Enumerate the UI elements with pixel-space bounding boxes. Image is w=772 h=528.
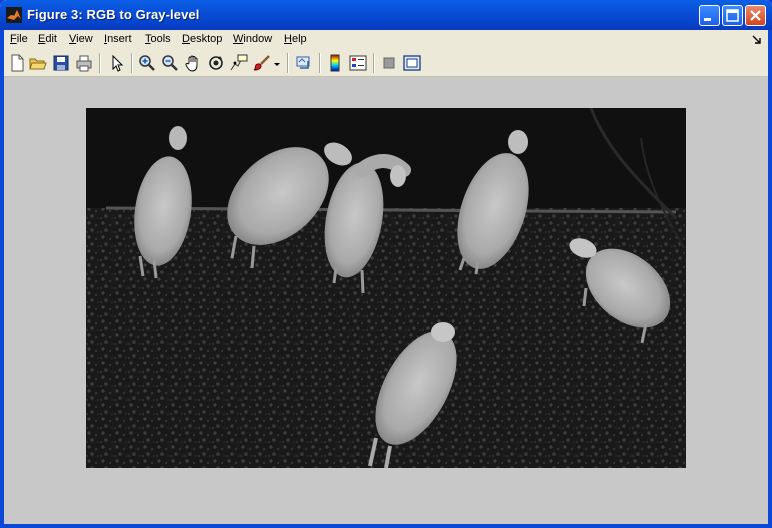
pointer-icon[interactable]: [108, 54, 126, 72]
menu-insert[interactable]: Insert: [104, 33, 132, 45]
print-icon[interactable]: [75, 54, 93, 72]
open-folder-icon[interactable]: [29, 54, 47, 72]
menu-edit[interactable]: Edit: [38, 33, 57, 45]
menu-tools[interactable]: Tools: [145, 33, 171, 45]
figure-window: Figure 3: RGB to Gray-level File Edit Vi…: [0, 0, 772, 528]
toolbar-separator: [319, 53, 321, 73]
title-bar[interactable]: Figure 3: RGB to Gray-level: [0, 0, 772, 30]
close-button[interactable]: [745, 5, 766, 26]
dock-arrow-icon[interactable]: [752, 34, 762, 44]
minimize-icon: [704, 18, 711, 21]
figure-toolbar: [4, 50, 768, 77]
new-file-icon[interactable]: [8, 54, 26, 72]
menu-view[interactable]: View: [69, 33, 93, 45]
data-cursor-icon[interactable]: [230, 54, 248, 72]
close-icon: [750, 10, 761, 21]
brush-dropdown-icon[interactable]: [272, 54, 282, 72]
maximize-icon: [726, 9, 739, 22]
menu-bar: File Edit View Insert Tools Desktop Wind…: [4, 30, 768, 50]
matlab-icon: [6, 7, 22, 23]
rotate-3d-icon[interactable]: [207, 54, 225, 72]
menu-file[interactable]: File: [10, 33, 28, 45]
toolbar-separator: [99, 53, 101, 73]
brush-icon[interactable]: [253, 54, 271, 72]
menu-desktop[interactable]: Desktop: [182, 33, 222, 45]
window-frame-right: [768, 30, 772, 528]
toolbar-separator: [131, 53, 133, 73]
save-icon[interactable]: [52, 54, 70, 72]
grayscale-sheep-image[interactable]: [86, 108, 686, 468]
zoom-in-icon[interactable]: [138, 54, 156, 72]
minimize-button[interactable]: [699, 5, 720, 26]
menu-window[interactable]: Window: [233, 33, 272, 45]
maximize-button[interactable]: [722, 5, 743, 26]
show-tools-icon[interactable]: [403, 54, 421, 72]
colorbar-icon[interactable]: [326, 54, 344, 72]
menu-help[interactable]: Help: [284, 33, 307, 45]
toolbar-separator: [287, 53, 289, 73]
zoom-out-icon[interactable]: [161, 54, 179, 72]
figure-canvas[interactable]: [4, 77, 768, 524]
toolbar-separator: [373, 53, 375, 73]
window-title: Figure 3: RGB to Gray-level: [27, 7, 200, 22]
link-icon[interactable]: [295, 54, 313, 72]
hide-tools-icon[interactable]: [380, 54, 398, 72]
legend-icon[interactable]: [349, 54, 367, 72]
window-frame-bottom: [0, 524, 772, 528]
pan-hand-icon[interactable]: [184, 54, 202, 72]
